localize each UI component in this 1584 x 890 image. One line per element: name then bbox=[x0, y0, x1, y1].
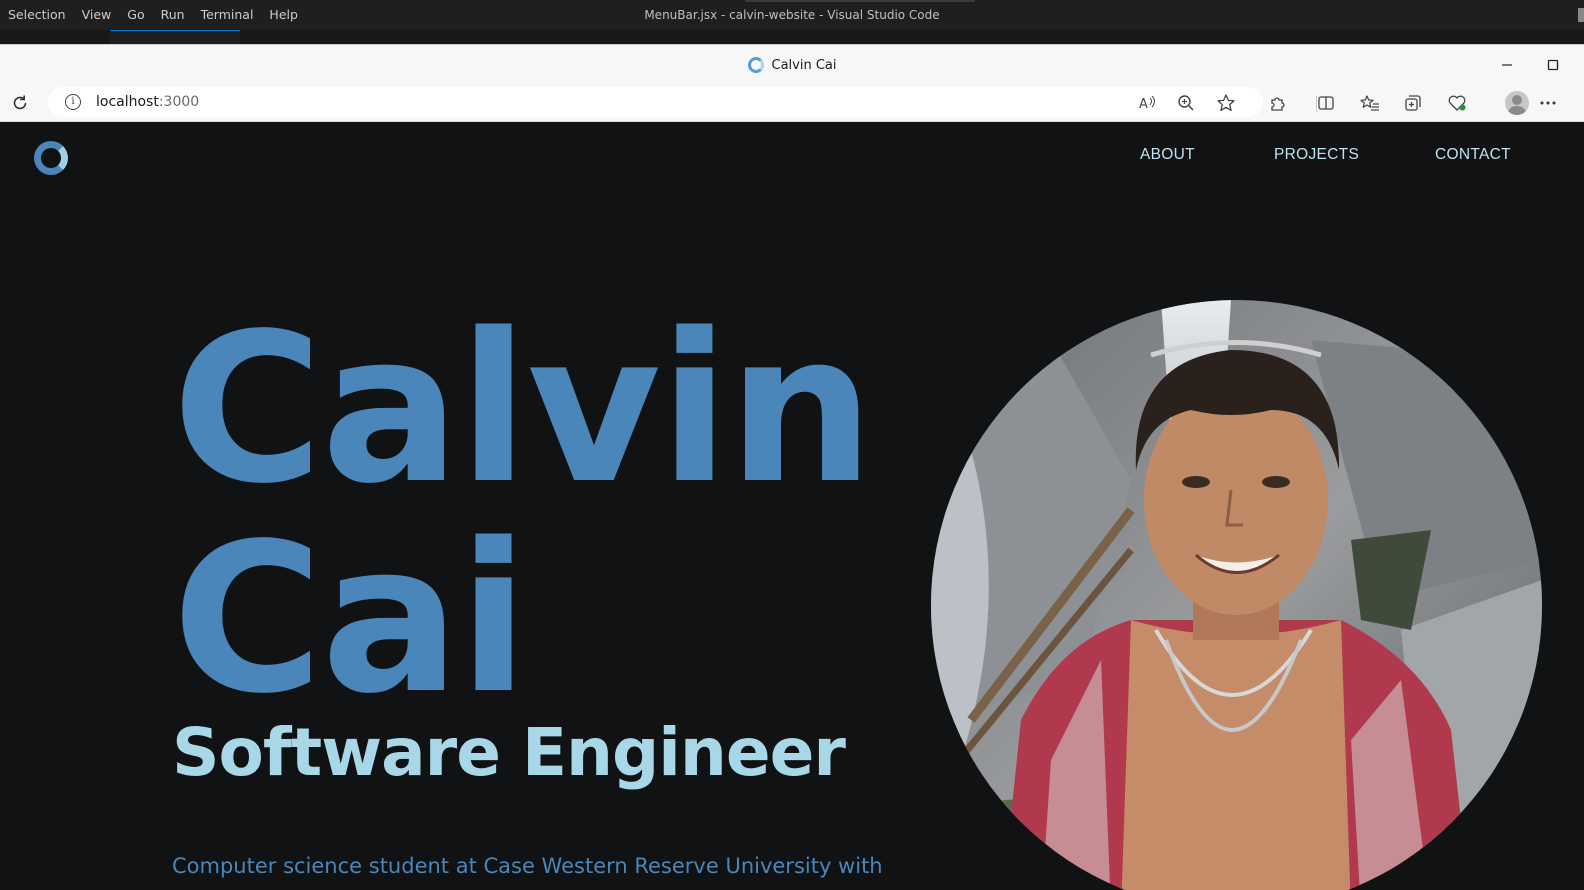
browser-toolbar: i localhost:3000 A bbox=[0, 84, 1584, 122]
url-host: localhost bbox=[96, 94, 159, 110]
svg-text:A: A bbox=[1139, 97, 1148, 112]
vscode-editor-tab[interactable] bbox=[110, 30, 240, 44]
vscode-title-bar: Selection View Go Run Terminal Help Menu… bbox=[0, 0, 1584, 30]
hero-first-name: Calvin bbox=[172, 289, 874, 529]
split-screen-icon[interactable] bbox=[1315, 92, 1337, 114]
profile-photo bbox=[931, 300, 1542, 890]
hero-role: Software Engineer bbox=[172, 714, 846, 791]
url-port: :3000 bbox=[158, 94, 200, 110]
collections-icon[interactable] bbox=[1402, 92, 1424, 114]
browser-tab-title: Calvin Cai bbox=[771, 57, 837, 73]
info-icon[interactable]: i bbox=[65, 94, 81, 110]
address-bar[interactable]: i localhost:3000 bbox=[48, 87, 1263, 117]
nav-projects[interactable]: PROJECTS bbox=[1274, 146, 1359, 164]
site-favicon-icon bbox=[747, 57, 764, 73]
hero-description: Computer science student at Case Western… bbox=[172, 854, 883, 878]
favorite-star-icon[interactable] bbox=[1215, 92, 1237, 114]
profile-avatar-icon[interactable] bbox=[1505, 91, 1529, 115]
command-center[interactable] bbox=[745, 0, 975, 2]
layout-toggle-icon[interactable] bbox=[1578, 8, 1584, 22]
browser-essentials-icon[interactable] bbox=[1446, 92, 1468, 114]
address-url[interactable]: localhost:3000 bbox=[96, 87, 199, 117]
nav-contact[interactable]: CONTACT bbox=[1435, 146, 1511, 164]
browser-title-bar: Calvin Cai bbox=[0, 44, 1584, 84]
reload-icon[interactable] bbox=[10, 93, 30, 113]
maximize-icon[interactable] bbox=[1543, 55, 1563, 75]
site-logo-icon[interactable] bbox=[34, 141, 68, 175]
read-aloud-icon[interactable]: A bbox=[1136, 92, 1158, 114]
zoom-icon[interactable] bbox=[1175, 92, 1197, 114]
nav-about[interactable]: ABOUT bbox=[1140, 146, 1195, 164]
browser-tab[interactable]: Calvin Cai bbox=[0, 45, 1584, 85]
hero-last-name: Cai bbox=[172, 499, 529, 739]
extensions-icon[interactable] bbox=[1267, 92, 1289, 114]
minimize-icon[interactable] bbox=[1497, 55, 1517, 75]
more-options-icon[interactable] bbox=[1537, 92, 1559, 114]
website-viewport: ABOUT PROJECTS CONTACT Calvin Cai Softwa… bbox=[0, 122, 1584, 890]
favorites-icon[interactable] bbox=[1359, 92, 1381, 114]
vscode-window-title: MenuBar.jsx - calvin-website - Visual St… bbox=[644, 8, 940, 22]
